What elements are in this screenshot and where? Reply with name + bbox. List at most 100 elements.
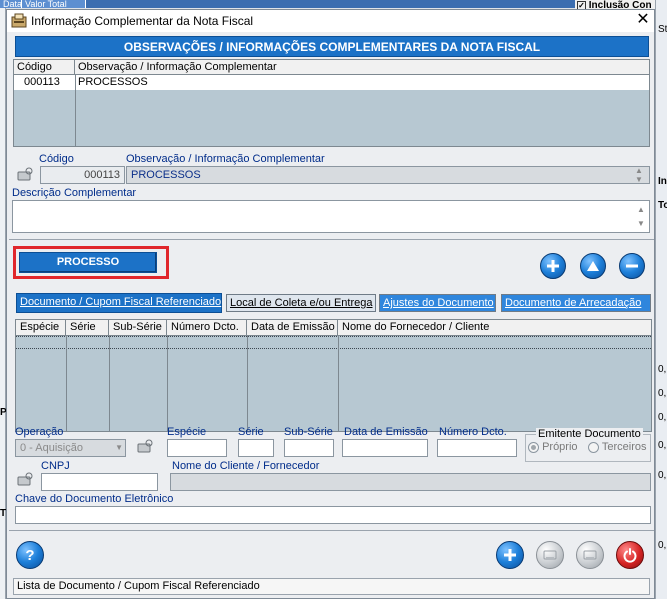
background-app-header [0,0,667,8]
observacao-field[interactable]: PROCESSOS [126,166,650,184]
chave-field[interactable] [15,506,651,524]
move-up-button[interactable] [580,253,606,279]
grid-divider [338,336,339,432]
status-bar: Lista de Documento / Cupom Fiscal Refere… [13,578,650,595]
bg-tab-valor-total[interactable]: Valor Total [22,0,86,8]
close-icon[interactable]: ✕ [635,12,651,30]
serie-label: Série [238,426,264,438]
radio-terceiros[interactable]: Terceiros [588,441,646,453]
edit-icon [543,550,557,560]
app-icon [11,13,27,28]
tab-documento-arrecadacao[interactable]: Documento de Arrecadação [501,294,651,312]
grid-cell-codigo: 000113 [24,76,60,88]
grid-header-subserie[interactable]: Sub-Série [109,320,167,336]
bg-fragment: 0, [658,540,667,551]
documentos-grid[interactable]: Espécie Série Sub-Série Número Dcto. Dat… [15,319,652,432]
grid-cell-obs: PROCESSOS [78,76,148,88]
subserie-label: Sub-Série [284,426,333,438]
grid-header-fornecedor[interactable]: Nome do Fornecedor / Cliente [338,320,651,336]
serie-field[interactable] [238,439,274,457]
chave-label: Chave do Documento Eletrônico [15,493,174,505]
bg-fragment: 0, [658,470,667,481]
radio-proprio[interactable]: Próprio [528,441,578,453]
observacoes-grid[interactable]: Código Observação / Informação Complemen… [13,59,650,147]
grid-divider [75,75,76,147]
codigo-label: Código [39,153,74,165]
especie-label: Espécie [167,426,207,438]
add-document-button[interactable] [496,541,524,569]
spin-arrows-icon[interactable]: ▲ ▼ [635,166,643,184]
grid-header-especie[interactable]: Espécie [16,320,66,336]
operacao-value: 0 - Aquisição [20,442,83,454]
grid-divider [247,336,248,432]
cnpj-field[interactable] [41,473,158,491]
grid-header-codigo[interactable]: Código [14,60,75,75]
bg-tab-data[interactable]: Data [0,0,22,8]
scroll-arrows-icon[interactable]: ▲ ▼ [637,203,645,231]
data-emissao-label: Data de Emissão [344,426,428,438]
bg-fragment: 0, [658,440,667,451]
divider [9,239,654,240]
bg-fragment: St [658,24,667,35]
delete-document-button[interactable] [576,541,604,569]
minus-icon [626,264,638,268]
grid-divider [66,336,67,432]
processo-button[interactable]: PROCESSO [19,252,157,273]
numero-label: Número Dcto. [439,426,507,438]
triangle-up-icon [587,261,599,271]
lookup-icon[interactable] [17,167,33,181]
section-header: OBSERVAÇÕES / INFORMAÇÕES COMPLEMENTARES… [15,36,649,57]
operacao-label: Operação [15,426,64,438]
bg-fragment: In [658,176,667,187]
bg-fragment: 0, [658,412,667,423]
grid-header-observacao[interactable]: Observação / Informação Complementar [75,60,649,75]
help-button[interactable]: ? [16,541,44,569]
bg-fragment: 0, [658,388,667,399]
grid-header-numero[interactable]: Número Dcto. [167,320,247,336]
edit-document-button[interactable] [536,541,564,569]
divider [9,530,654,531]
background-app-right: St In To 0, 0, 0, 0, 0, 0, [655,0,667,599]
radio-proprio-label: Próprio [542,441,578,453]
plus-icon [547,260,559,272]
descricao-textarea[interactable] [12,200,650,233]
radio-proprio-icon [528,441,539,453]
operacao-select[interactable]: 0 - Aquisição ▼ [15,439,126,457]
power-icon [623,548,637,563]
grid-header-data-emissao[interactable]: Data de Emissão [247,320,338,336]
descricao-label: Descrição Complementar [12,187,137,199]
add-button[interactable] [540,253,566,279]
remove-button[interactable] [619,253,645,279]
tab-documento-cupom[interactable]: Documento / Cupom Fiscal Referenciado [16,293,222,313]
data-emissao-field[interactable] [342,439,428,457]
table-row[interactable]: 000113 PROCESSOS [14,75,649,90]
numero-field[interactable] [437,439,517,457]
table-row[interactable] [16,336,651,349]
cnpj-label: CNPJ [41,460,70,472]
tab-ajustes-documento[interactable]: Ajustes do Documento [379,294,496,312]
chevron-down-icon: ▼ [115,443,123,452]
especie-field[interactable] [167,439,227,457]
lookup-icon[interactable] [17,472,33,486]
dialog-informacao-complementar: Informação Complementar da Nota Fiscal ✕… [6,9,655,599]
grid-divider [167,336,168,432]
bg-fragment: To [658,200,667,211]
grid-divider [109,336,110,432]
nome-label: Nome do Cliente / Fornecedor [172,460,320,472]
emitente-label: Emitente Documento [536,428,643,440]
observacao-label: Observação / Informação Complementar [126,153,325,165]
lookup-icon[interactable] [137,439,153,453]
bg-fragment: 0, [658,364,667,375]
help-icon: ? [25,546,35,564]
codigo-field[interactable]: 000113 [40,166,125,184]
dialog-title: Informação Complementar da Nota Fiscal [31,14,254,28]
delete-icon [583,550,597,560]
dialog-titlebar[interactable]: Informação Complementar da Nota Fiscal ✕ [7,10,654,32]
grid-header-serie[interactable]: Série [66,320,109,336]
subserie-field[interactable] [284,439,334,457]
radio-terceiros-label: Terceiros [601,441,647,453]
plus-icon [504,549,516,561]
tab-local-coleta[interactable]: Local de Coleta e/ou Entrega [226,294,376,312]
nome-field[interactable] [170,473,651,491]
exit-button[interactable] [616,541,644,569]
